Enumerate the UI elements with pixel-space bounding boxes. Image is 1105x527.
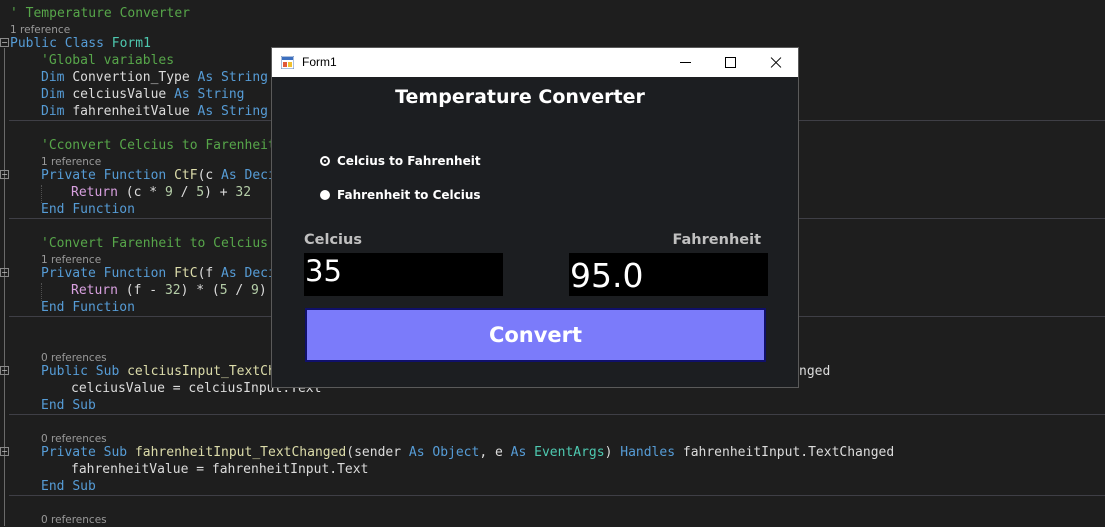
- method-separator: [9, 495, 1105, 496]
- code-line-end-sub: End Sub: [41, 398, 96, 413]
- app-heading: Temperature Converter: [395, 86, 645, 108]
- minimize-icon: [680, 62, 691, 63]
- celsius-label: Celcius: [304, 232, 362, 248]
- code-comment: ' Temperature Converter: [10, 6, 191, 21]
- radio-unselected-icon: [320, 190, 330, 200]
- code-comment: 'Global variables: [41, 53, 175, 68]
- reference-count[interactable]: 0 references: [41, 514, 107, 527]
- method-separator: [9, 414, 1105, 415]
- radio-label: Celcius to Fahrenheit: [337, 154, 481, 168]
- fold-toggle-icon[interactable]: −: [0, 447, 9, 456]
- code-line-return: Return (c * 9 / 5) + 32: [71, 185, 252, 200]
- code-line-function: Private Function FtC(f As Deci: [41, 266, 276, 281]
- close-button[interactable]: [753, 48, 798, 77]
- fold-toggle-icon[interactable]: −: [0, 268, 9, 277]
- fahrenheit-label: Fahrenheit: [672, 232, 761, 248]
- code-line-return: Return (f - 32) * (5 / 9): [71, 283, 267, 298]
- convert-button[interactable]: Convert: [305, 308, 766, 362]
- fahrenheit-input[interactable]: 95.0: [569, 253, 768, 296]
- code-line-end-function: End Function: [41, 202, 135, 217]
- code-line-var: Dim Convertion_Type As String: [41, 70, 268, 85]
- maximize-icon: [725, 57, 736, 68]
- code-line-class: Public Class Form1: [10, 36, 151, 51]
- maximize-button[interactable]: [708, 48, 753, 77]
- fold-toggle-icon[interactable]: −: [0, 170, 9, 179]
- window-title: Form1: [302, 55, 337, 69]
- radio-fahrenheit-to-celsius[interactable]: Fahrenheit to Celcius: [320, 188, 481, 202]
- code-comment: 'Convert Farenheit to Celcius: [41, 236, 268, 251]
- window-titlebar[interactable]: Form1: [272, 48, 798, 77]
- radio-label: Fahrenheit to Celcius: [337, 188, 481, 202]
- radio-selected-icon: [320, 156, 330, 166]
- code-line-sub: Public Sub celciusInput_TextCha: [41, 364, 284, 379]
- celsius-input[interactable]: 35: [304, 253, 503, 296]
- code-line-sub: Private Sub fahrenheitInput_TextChanged(…: [41, 445, 895, 460]
- minimize-button[interactable]: [663, 48, 708, 77]
- code-line-end-function: End Function: [41, 300, 135, 315]
- code-line-sub-tail: nged: [799, 364, 831, 379]
- code-line-end-sub: End Sub: [41, 479, 96, 494]
- code-line-function: Private Function CtF(c As Deci: [41, 168, 276, 183]
- code-line-var: Dim celciusValue As String: [41, 87, 245, 102]
- app-icon: [281, 56, 294, 69]
- code-line-var: Dim fahrenheitValue As String: [41, 104, 268, 119]
- code-line-assign: fahrenheitValue = fahrenheitInput.Text: [71, 462, 369, 477]
- radio-celsius-to-fahrenheit[interactable]: Celcius to Fahrenheit: [320, 154, 481, 168]
- fold-toggle-icon[interactable]: −: [0, 366, 9, 375]
- form1-window: Form1 Temperature Converter Celcius to F…: [271, 47, 799, 388]
- code-comment: 'Cconvert Celcius to Farenheit: [41, 138, 276, 153]
- fold-toggle-icon[interactable]: −: [0, 38, 9, 47]
